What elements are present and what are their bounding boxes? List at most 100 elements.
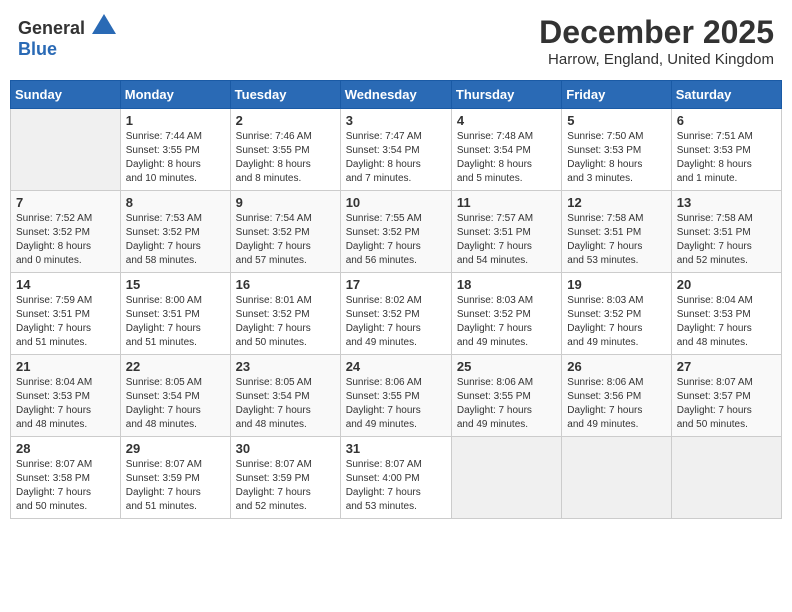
calendar-week-row: 1 Sunrise: 7:44 AMSunset: 3:55 PMDaylight… bbox=[11, 109, 782, 191]
day-number: 14 bbox=[16, 277, 115, 292]
day-info: Sunrise: 7:44 AMSunset: 3:55 PMDaylight:… bbox=[126, 130, 225, 186]
calendar-cell: 6 Sunrise: 7:51 AMSunset: 3:53 PMDaylight… bbox=[671, 109, 781, 191]
column-header-friday: Friday bbox=[562, 81, 671, 109]
day-info: Sunrise: 8:07 AMSunset: 3:57 PMDaylight:… bbox=[677, 376, 776, 432]
day-number: 31 bbox=[346, 441, 446, 456]
day-info: Sunrise: 8:07 AMSunset: 3:59 PMDaylight:… bbox=[236, 458, 335, 514]
logo: General Blue bbox=[18, 14, 116, 60]
day-number: 4 bbox=[457, 113, 556, 128]
day-number: 5 bbox=[567, 113, 665, 128]
day-info: Sunrise: 8:04 AMSunset: 3:53 PMDaylight:… bbox=[16, 376, 115, 432]
calendar-week-row: 14 Sunrise: 7:59 AMSunset: 3:51 PMDayligh… bbox=[11, 273, 782, 355]
day-number: 11 bbox=[457, 195, 556, 210]
calendar-header-row: SundayMondayTuesdayWednesdayThursdayFrid… bbox=[11, 81, 782, 109]
day-info: Sunrise: 7:57 AMSunset: 3:51 PMDaylight:… bbox=[457, 212, 556, 268]
calendar-cell bbox=[671, 437, 781, 519]
calendar-cell: 14 Sunrise: 7:59 AMSunset: 3:51 PMDayligh… bbox=[11, 273, 121, 355]
day-number: 29 bbox=[126, 441, 225, 456]
day-number: 26 bbox=[567, 359, 665, 374]
day-info: Sunrise: 8:06 AMSunset: 3:56 PMDaylight:… bbox=[567, 376, 665, 432]
day-info: Sunrise: 8:01 AMSunset: 3:52 PMDaylight:… bbox=[236, 294, 335, 350]
day-info: Sunrise: 8:07 AMSunset: 3:58 PMDaylight:… bbox=[16, 458, 115, 514]
calendar-cell: 20 Sunrise: 8:04 AMSunset: 3:53 PMDayligh… bbox=[671, 273, 781, 355]
calendar-cell: 3 Sunrise: 7:47 AMSunset: 3:54 PMDaylight… bbox=[340, 109, 451, 191]
calendar-cell: 7Sunrise: 7:52 AMSunset: 3:52 PMDaylight… bbox=[11, 191, 121, 273]
calendar-cell: 9 Sunrise: 7:54 AMSunset: 3:52 PMDaylight… bbox=[230, 191, 340, 273]
day-number: 9 bbox=[236, 195, 335, 210]
day-info: Sunrise: 7:54 AMSunset: 3:52 PMDaylight:… bbox=[236, 212, 335, 268]
calendar-cell: 30 Sunrise: 8:07 AMSunset: 3:59 PMDayligh… bbox=[230, 437, 340, 519]
day-number: 15 bbox=[126, 277, 225, 292]
calendar-cell bbox=[451, 437, 561, 519]
day-info: Sunrise: 7:55 AMSunset: 3:52 PMDaylight:… bbox=[346, 212, 446, 268]
calendar-cell: 4 Sunrise: 7:48 AMSunset: 3:54 PMDaylight… bbox=[451, 109, 561, 191]
day-info: Sunrise: 8:00 AMSunset: 3:51 PMDaylight:… bbox=[126, 294, 225, 350]
day-info: Sunrise: 8:03 AMSunset: 3:52 PMDaylight:… bbox=[457, 294, 556, 350]
day-number: 12 bbox=[567, 195, 665, 210]
column-header-sunday: Sunday bbox=[11, 81, 121, 109]
calendar-cell: 22 Sunrise: 8:05 AMSunset: 3:54 PMDayligh… bbox=[120, 355, 230, 437]
day-number: 1 bbox=[126, 113, 225, 128]
day-number: 30 bbox=[236, 441, 335, 456]
calendar-cell bbox=[562, 437, 671, 519]
calendar-cell: 25 Sunrise: 8:06 AMSunset: 3:55 PMDayligh… bbox=[451, 355, 561, 437]
day-number: 25 bbox=[457, 359, 556, 374]
calendar-cell: 24 Sunrise: 8:06 AMSunset: 3:55 PMDayligh… bbox=[340, 355, 451, 437]
logo-icon bbox=[92, 14, 116, 34]
calendar-cell: 10 Sunrise: 7:55 AMSunset: 3:52 PMDayligh… bbox=[340, 191, 451, 273]
calendar-cell: 27 Sunrise: 8:07 AMSunset: 3:57 PMDayligh… bbox=[671, 355, 781, 437]
column-header-thursday: Thursday bbox=[451, 81, 561, 109]
day-info: Sunrise: 8:06 AMSunset: 3:55 PMDaylight:… bbox=[346, 376, 446, 432]
calendar-cell: 23Sunrise: 8:05 AMSunset: 3:54 PMDayligh… bbox=[230, 355, 340, 437]
calendar-cell: 11 Sunrise: 7:57 AMSunset: 3:51 PMDayligh… bbox=[451, 191, 561, 273]
calendar-cell: 16Sunrise: 8:01 AMSunset: 3:52 PMDayligh… bbox=[230, 273, 340, 355]
title-section: December 2025 Harrow, England, United Ki… bbox=[539, 14, 774, 68]
day-info: Sunrise: 7:51 AMSunset: 3:53 PMDaylight:… bbox=[677, 130, 776, 186]
day-info: Sunrise: 7:59 AMSunset: 3:51 PMDaylight:… bbox=[16, 294, 115, 350]
day-number: 3 bbox=[346, 113, 446, 128]
day-info: Sunrise: 7:48 AMSunset: 3:54 PMDaylight:… bbox=[457, 130, 556, 186]
day-number: 17 bbox=[346, 277, 446, 292]
day-number: 27 bbox=[677, 359, 776, 374]
calendar-cell: 15 Sunrise: 8:00 AMSunset: 3:51 PMDayligh… bbox=[120, 273, 230, 355]
calendar-week-row: 7Sunrise: 7:52 AMSunset: 3:52 PMDaylight… bbox=[11, 191, 782, 273]
day-info: Sunrise: 7:58 AMSunset: 3:51 PMDaylight:… bbox=[677, 212, 776, 268]
calendar-cell: 5Sunrise: 7:50 AMSunset: 3:53 PMDaylight… bbox=[562, 109, 671, 191]
day-info: Sunrise: 7:52 AMSunset: 3:52 PMDaylight:… bbox=[16, 212, 115, 268]
day-info: Sunrise: 7:47 AMSunset: 3:54 PMDaylight:… bbox=[346, 130, 446, 186]
day-info: Sunrise: 7:46 AMSunset: 3:55 PMDaylight:… bbox=[236, 130, 335, 186]
calendar-cell: 31Sunrise: 8:07 AMSunset: 4:00 PMDayligh… bbox=[340, 437, 451, 519]
day-number: 22 bbox=[126, 359, 225, 374]
day-info: Sunrise: 8:05 AMSunset: 3:54 PMDaylight:… bbox=[126, 376, 225, 432]
calendar-cell: 19Sunrise: 8:03 AMSunset: 3:52 PMDayligh… bbox=[562, 273, 671, 355]
day-info: Sunrise: 7:58 AMSunset: 3:51 PMDaylight:… bbox=[567, 212, 665, 268]
day-info: Sunrise: 8:07 AMSunset: 3:59 PMDaylight:… bbox=[126, 458, 225, 514]
calendar-cell: 26 Sunrise: 8:06 AMSunset: 3:56 PMDayligh… bbox=[562, 355, 671, 437]
column-header-tuesday: Tuesday bbox=[230, 81, 340, 109]
day-info: Sunrise: 8:06 AMSunset: 3:55 PMDaylight:… bbox=[457, 376, 556, 432]
day-info: Sunrise: 7:53 AMSunset: 3:52 PMDaylight:… bbox=[126, 212, 225, 268]
day-number: 6 bbox=[677, 113, 776, 128]
day-number: 19 bbox=[567, 277, 665, 292]
day-number: 24 bbox=[346, 359, 446, 374]
calendar-cell: 17 Sunrise: 8:02 AMSunset: 3:52 PMDayligh… bbox=[340, 273, 451, 355]
column-header-wednesday: Wednesday bbox=[340, 81, 451, 109]
day-number: 10 bbox=[346, 195, 446, 210]
calendar-table: SundayMondayTuesdayWednesdayThursdayFrid… bbox=[10, 80, 782, 519]
day-info: Sunrise: 8:05 AMSunset: 3:54 PMDaylight:… bbox=[236, 376, 335, 432]
day-info: Sunrise: 8:04 AMSunset: 3:53 PMDaylight:… bbox=[677, 294, 776, 350]
page-header: General Blue December 2025 Harrow, Engla… bbox=[10, 10, 782, 72]
calendar-cell: 13Sunrise: 7:58 AMSunset: 3:51 PMDayligh… bbox=[671, 191, 781, 273]
calendar-week-row: 28Sunrise: 8:07 AMSunset: 3:58 PMDayligh… bbox=[11, 437, 782, 519]
calendar-cell: 12 Sunrise: 7:58 AMSunset: 3:51 PMDayligh… bbox=[562, 191, 671, 273]
day-number: 8 bbox=[126, 195, 225, 210]
day-info: Sunrise: 8:02 AMSunset: 3:52 PMDaylight:… bbox=[346, 294, 446, 350]
calendar-cell: 28Sunrise: 8:07 AMSunset: 3:58 PMDayligh… bbox=[11, 437, 121, 519]
location: Harrow, England, United Kingdom bbox=[539, 51, 774, 68]
day-number: 18 bbox=[457, 277, 556, 292]
logo-general: General bbox=[18, 18, 85, 38]
day-number: 20 bbox=[677, 277, 776, 292]
logo-text: General Blue bbox=[18, 14, 116, 60]
day-number: 2 bbox=[236, 113, 335, 128]
day-number: 21 bbox=[16, 359, 115, 374]
